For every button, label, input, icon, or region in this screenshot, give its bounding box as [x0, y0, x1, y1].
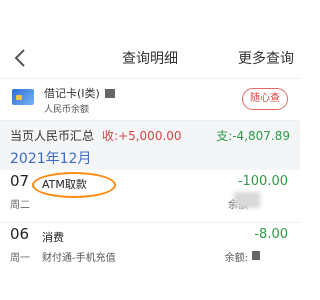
- masked-card-number: [104, 89, 115, 98]
- summary-label: 当页人民币汇总: [10, 129, 95, 143]
- top-bar: 查询明细 更多查询: [0, 38, 300, 78]
- transaction-day: 06: [10, 225, 30, 243]
- masked-balance: [234, 192, 260, 208]
- page-summary: 当页人民币汇总 收:+5,000.00 支:-4,807.89: [0, 120, 300, 148]
- month-label: 2021年12月: [10, 151, 92, 167]
- month-header: 2021年12月: [0, 148, 300, 170]
- transaction-title: 消费: [42, 231, 64, 244]
- transaction-day: 07: [10, 172, 30, 190]
- card-balance-label: 人民币余额: [44, 105, 90, 115]
- summary-income: 收:+5,000.00: [102, 129, 182, 143]
- account-card-row[interactable]: 借记卡(Ⅰ类) 人民币余额 随心查: [0, 78, 300, 120]
- transaction-weekday: 周二: [10, 200, 30, 211]
- transaction-amount: -100.00: [237, 174, 288, 189]
- transaction-balance-label: 余额:: [224, 253, 248, 264]
- highlight-circle-annotation: [32, 172, 116, 198]
- transaction-amount: -8.00: [254, 227, 288, 242]
- more-query-button[interactable]: 更多查询: [238, 48, 294, 68]
- card-name-label: 借记卡(Ⅰ类): [44, 87, 100, 100]
- transaction-weekday: 周一: [10, 253, 30, 264]
- transaction-subtitle: 财付通-手机充值: [42, 253, 116, 264]
- transaction-row[interactable]: 06 周一 消费 财付通-手机充值 -8.00 余额:: [0, 222, 300, 274]
- masked-balance: [252, 251, 260, 260]
- summary-expense: 支:-4,807.89: [216, 129, 290, 143]
- card-name: 借记卡(Ⅰ类): [44, 85, 115, 101]
- quick-query-button[interactable]: 随心查: [242, 88, 288, 110]
- bank-card-icon: [12, 89, 34, 105]
